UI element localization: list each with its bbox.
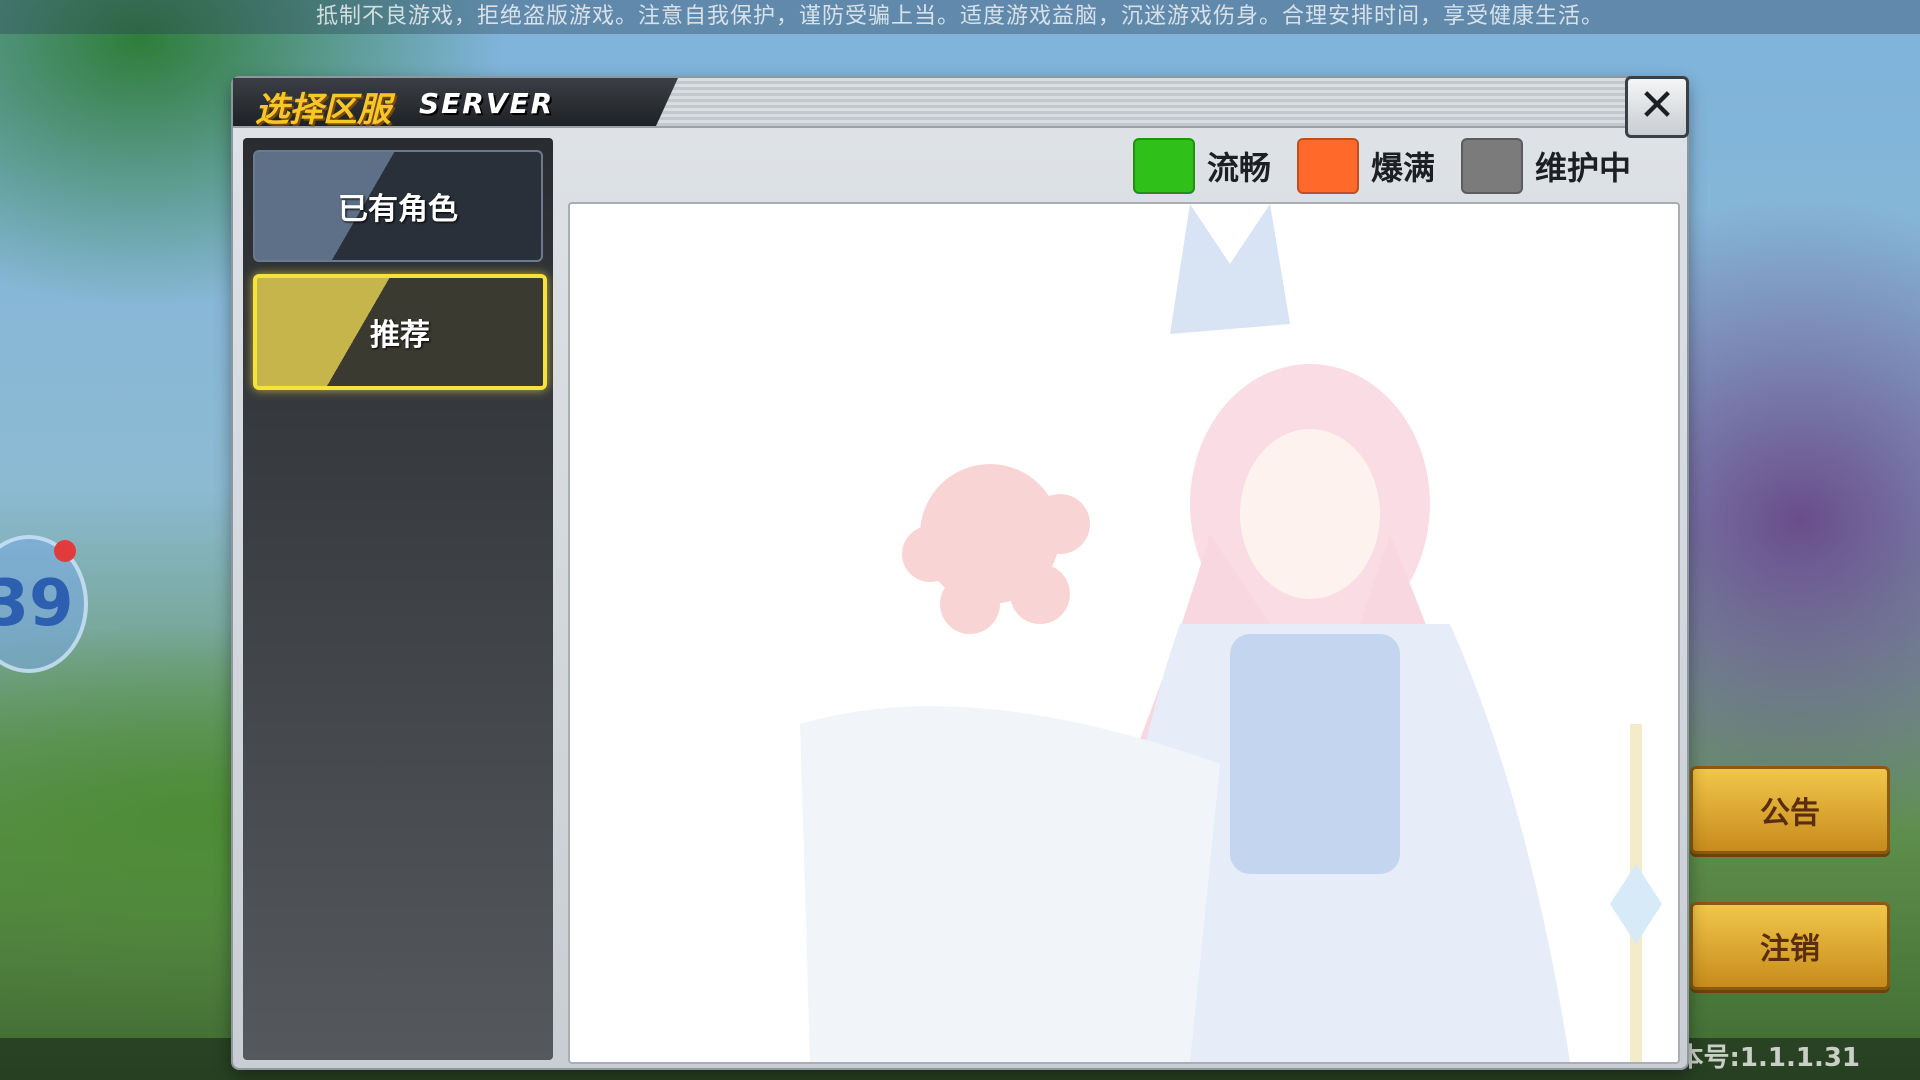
dialog-title-en: SERVER (419, 87, 555, 120)
character-illustration (800, 204, 1662, 1062)
level-badge-text: 39 (0, 567, 74, 641)
status-smooth-swatch (1133, 138, 1195, 194)
dialog-title-bar: 选择区服 SERVER (233, 78, 1687, 130)
notification-dot (54, 540, 76, 562)
tab-existing-roles[interactable]: 已有角色 (253, 150, 543, 262)
notice-button[interactable]: 公告 (1690, 766, 1890, 854)
close-icon: ✕ (1638, 80, 1676, 131)
tab-recommended-label: 推荐 (370, 318, 430, 353)
legend-maintenance: 维护中 (1461, 138, 1631, 194)
server-list-area (568, 202, 1680, 1064)
status-legend: 流畅 爆满 维护中 (1133, 138, 1643, 194)
server-select-dialog: 选择区服 SERVER ✕ 已有角色 推荐 流畅 爆满 维护中 (233, 76, 1689, 1068)
server-tab-panel: 已有角色 推荐 (243, 138, 553, 1060)
dialog-title: 选择区服 (255, 90, 391, 130)
status-maintenance-swatch (1461, 138, 1524, 194)
close-button[interactable]: ✕ (1625, 76, 1689, 138)
tab-existing-roles-label: 已有角色 (338, 192, 458, 227)
legend-smooth-label: 流畅 (1207, 149, 1272, 187)
status-full-swatch (1297, 138, 1360, 194)
legend-full-label: 爆满 (1371, 149, 1436, 187)
legend-full: 爆满 (1297, 138, 1435, 194)
health-notice: 抵制不良游戏，拒绝盗版游戏。注意自我保护，谨防受骗上当。适度游戏益脑，沉迷游戏伤… (0, 0, 1920, 34)
logout-button[interactable]: 注销 (1690, 902, 1890, 990)
legend-smooth: 流畅 (1133, 138, 1271, 194)
legend-maintenance-label: 维护中 (1535, 149, 1632, 187)
tab-recommended[interactable]: 推荐 (253, 274, 547, 390)
